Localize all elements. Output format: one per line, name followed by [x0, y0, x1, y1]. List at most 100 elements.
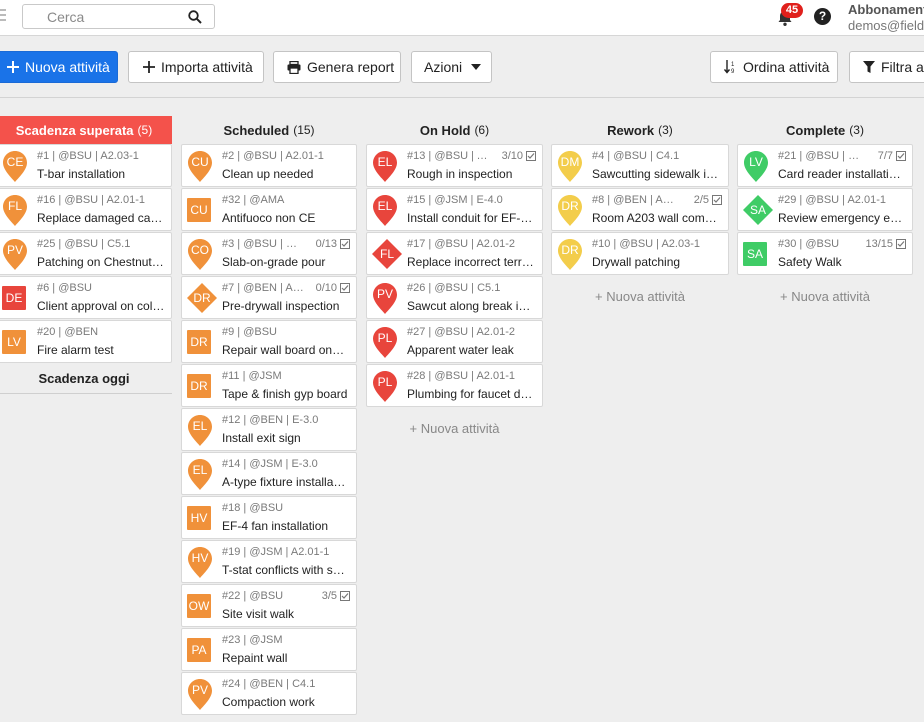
svg-text:9: 9: [731, 69, 735, 74]
card-list: LV #21 | @BSU | E... Card reader installat…: [737, 144, 913, 275]
checklist-count: 13/15: [865, 238, 893, 250]
task-title: Compaction work: [222, 695, 315, 709]
task-card[interactable]: EL #14 | @JSM | E-3.0 A-type fixture insta…: [181, 452, 357, 495]
task-title: Drywall patching: [592, 255, 681, 269]
task-meta: #2 | @BSU | A2.01-1: [222, 150, 324, 162]
task-card[interactable]: DR #8 | @BEN | A2... Room A203 wall com… 2/…: [551, 188, 729, 231]
task-card[interactable]: PV #26 | @BSU | C5.1 Sawcut along break in…: [366, 276, 543, 319]
svg-text:1: 1: [731, 62, 735, 68]
task-card[interactable]: PL #28 | @BSU | A2.01-1 Plumbing for fauce…: [366, 364, 543, 407]
task-title: Sawcutting sidewalk i…: [592, 167, 719, 181]
today-group-header: Scadenza oggi: [0, 364, 172, 394]
add-task-link[interactable]: + Nuova attività: [737, 276, 913, 316]
task-card[interactable]: DR #10 | @BSU | A2.03-1 Drywall patching: [551, 232, 729, 275]
task-meta: #3 | @BSU | S2....: [222, 238, 304, 250]
column-scheduled: Scheduled (15) CU #2 | @BSU | A2.01-1 Clea…: [181, 116, 357, 716]
location-pin-icon: PL: [372, 370, 398, 403]
task-card[interactable]: CU #2 | @BSU | A2.01-1 Clean up needed: [181, 144, 357, 187]
column-count: (6): [474, 123, 490, 137]
add-task-link[interactable]: + Nuova attività: [551, 276, 729, 316]
task-title: Antifuoco non CE: [222, 211, 316, 225]
column-title: Complete: [786, 122, 846, 138]
search-input[interactable]: [23, 5, 183, 28]
add-task-link[interactable]: + Nuova attività: [366, 408, 543, 448]
checklist-count: 3/10: [501, 150, 523, 162]
square-marker-icon: HV: [187, 506, 211, 530]
task-meta: #9 | @BSU: [222, 326, 277, 338]
location-pin-icon: EL: [372, 150, 398, 183]
task-card[interactable]: OW #22 | @BSU Site visit walk 3/5: [181, 584, 357, 627]
task-card[interactable]: SA #30 | @BSU Safety Walk 13/15: [737, 232, 913, 275]
task-card[interactable]: PV #24 | @BEN | C4.1 Compaction work: [181, 672, 357, 715]
category-initials: FL: [379, 247, 394, 261]
task-card[interactable]: HV #18 | @BSU EF-4 fan installation: [181, 496, 357, 539]
task-card[interactable]: DM #4 | @BSU | C4.1 Sawcutting sidewalk i…: [551, 144, 729, 187]
category-initials: HV: [190, 511, 208, 525]
task-title: Slab-on-grade pour: [222, 255, 326, 269]
actions-dropdown[interactable]: Azioni: [411, 51, 492, 83]
filter-tasks-button[interactable]: Filtra attività: [849, 51, 924, 83]
task-card[interactable]: CU #32 | @AMA Antifuoco non CE: [181, 188, 357, 231]
task-title: Client approval on col…: [37, 299, 165, 313]
account-title[interactable]: Abbonamento: [848, 2, 924, 17]
task-title: Clean up needed: [222, 167, 314, 181]
task-card[interactable]: FL #16 | @BSU | A2.01-1 Replace damaged ca…: [0, 188, 172, 231]
task-card[interactable]: PV #25 | @BSU | C5.1 Patching on Chestnut…: [0, 232, 172, 275]
task-card[interactable]: HV #19 | @JSM | A2.01-1 T-stat conflicts w…: [181, 540, 357, 583]
task-card[interactable]: SA #29 | @BSU | A2.01-1 Review emergency e…: [737, 188, 913, 231]
location-pin-icon: DR: [557, 194, 583, 227]
location-pin-icon: DM: [557, 150, 583, 183]
task-title: Replace damaged car…: [37, 211, 165, 225]
category-initials: PV: [191, 683, 208, 697]
task-card[interactable]: CO #3 | @BSU | S2.... Slab-on-grade pour 0/…: [181, 232, 357, 275]
notification-badge[interactable]: 45: [781, 3, 803, 18]
task-card[interactable]: PA #23 | @JSM Repaint wall: [181, 628, 357, 671]
import-tasks-label: Importa attività: [161, 59, 253, 75]
task-card[interactable]: FL #17 | @BSU | A2.01-2 Replace incorrect …: [366, 232, 543, 275]
new-task-button[interactable]: Nuova attività: [0, 51, 118, 83]
generate-report-button[interactable]: Genera report: [273, 51, 401, 83]
task-title: Fire alarm test: [37, 343, 114, 357]
task-meta: #24 | @BEN | C4.1: [222, 678, 316, 690]
task-title: Install exit sign: [222, 431, 301, 445]
task-title: Sawcut along break in…: [407, 299, 536, 313]
square-marker-icon: DE: [2, 286, 26, 310]
search-icon[interactable]: [188, 10, 202, 24]
checkbox-icon: [340, 591, 350, 601]
checkbox-icon: [896, 239, 906, 249]
task-meta: #14 | @JSM | E-3.0: [222, 458, 318, 470]
task-card[interactable]: LV #21 | @BSU | E... Card reader installat…: [737, 144, 913, 187]
task-title: T-bar installation: [37, 167, 126, 181]
task-card[interactable]: EL #15 | @JSM | E-4.0 Install conduit for …: [366, 188, 543, 231]
task-card[interactable]: DE #6 | @BSU Client approval on col…: [0, 276, 172, 319]
app-window: 45 ? Abbonamento demos@fieldwire.net Nuo…: [0, 0, 924, 722]
task-card[interactable]: CE #1 | @BSU | A2.03-1 T-bar installation: [0, 144, 172, 187]
import-tasks-button[interactable]: Importa attività: [128, 51, 264, 83]
task-card[interactable]: DR #9 | @BSU Repair wall board onc…: [181, 320, 357, 363]
task-meta: #26 | @BSU | C5.1: [407, 282, 501, 294]
checklist-count: 7/7: [877, 150, 893, 162]
category-initials: PV: [376, 287, 393, 301]
category-initials: EL: [377, 155, 393, 169]
category-initials: CO: [191, 243, 209, 257]
task-card[interactable]: PL #27 | @BSU | A2.01-2 Apparent water lea…: [366, 320, 543, 363]
task-card[interactable]: DR #7 | @BEN | A2.... Pre-drywall inspecti…: [181, 276, 357, 319]
task-card[interactable]: EL #13 | @BSU | A… Rough in inspection 3/10: [366, 144, 543, 187]
checkbox-icon: [526, 151, 536, 161]
column-overdue: Scadenza superata (5) CE #1 | @BSU | A2.0…: [0, 116, 172, 394]
task-card[interactable]: EL #12 | @BEN | E-3.0 Install exit sign: [181, 408, 357, 451]
help-icon[interactable]: ?: [814, 8, 831, 25]
menu-icon[interactable]: [0, 9, 6, 23]
search-box[interactable]: [22, 4, 215, 29]
top-bar: 45 ? Abbonamento demos@fieldwire.net: [0, 0, 924, 36]
diamond-marker-icon: FL: [372, 239, 402, 269]
card-list: DM #4 | @BSU | C4.1 Sawcutting sidewalk i……: [551, 144, 729, 275]
category-initials: EL: [192, 419, 208, 433]
category-initials: CE: [6, 155, 24, 169]
task-meta: #13 | @BSU | A…: [407, 150, 490, 162]
task-card[interactable]: DR #11 | @JSM Tape & finish gyp board: [181, 364, 357, 407]
checklist-count: 2/5: [693, 194, 709, 206]
sort-tasks-button[interactable]: 19 Ordina attività: [710, 51, 838, 83]
account-email[interactable]: demos@fieldwire.net: [848, 18, 924, 33]
task-card[interactable]: LV #20 | @BEN Fire alarm test: [0, 320, 172, 363]
